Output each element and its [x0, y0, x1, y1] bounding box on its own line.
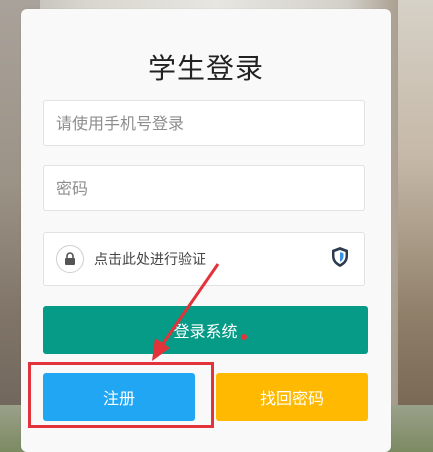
- arrow-annotation: [152, 263, 220, 361]
